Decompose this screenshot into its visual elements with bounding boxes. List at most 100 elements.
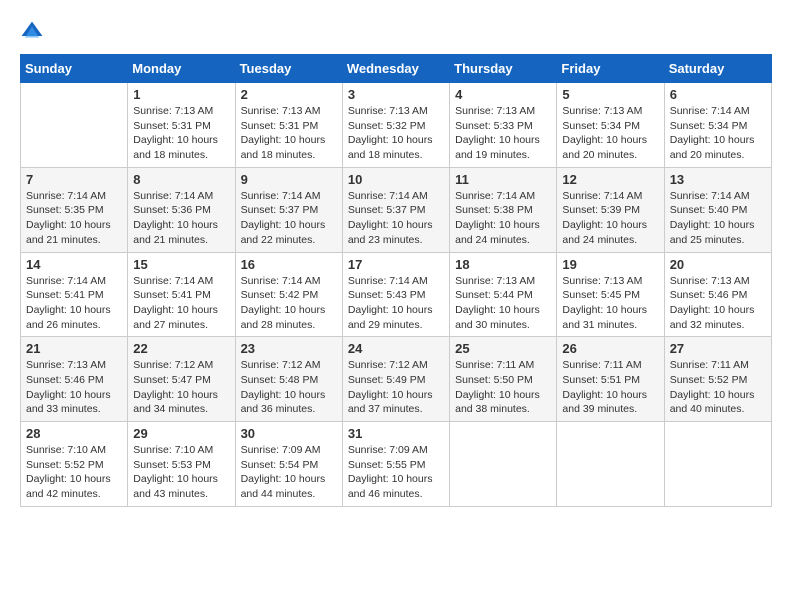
day-info: Sunrise: 7:14 AMSunset: 5:38 PMDaylight:… [455,189,551,248]
day-number: 27 [670,341,766,356]
calendar-cell: 25 Sunrise: 7:11 AMSunset: 5:50 PMDayligh… [450,337,557,422]
day-number: 4 [455,87,551,102]
calendar-cell: 13 Sunrise: 7:14 AMSunset: 5:40 PMDayligh… [664,167,771,252]
calendar-cell: 19Sunrise: 7:13 AMSunset: 5:45 PMDayligh… [557,252,664,337]
calendar-cell: 16 Sunrise: 7:14 AMSunset: 5:42 PMDayligh… [235,252,342,337]
day-info: Sunrise: 7:14 AMSunset: 5:36 PMDaylight:… [133,189,229,248]
calendar-cell: 11Sunrise: 7:14 AMSunset: 5:38 PMDayligh… [450,167,557,252]
calendar-cell: 21 Sunrise: 7:13 AMSunset: 5:46 PMDayligh… [21,337,128,422]
day-number: 1 [133,87,229,102]
calendar-cell: 17Sunrise: 7:14 AMSunset: 5:43 PMDayligh… [342,252,449,337]
day-info: Sunrise: 7:14 AMSunset: 5:41 PMDaylight:… [26,274,122,333]
day-number: 25 [455,341,551,356]
calendar-cell: 20 Sunrise: 7:13 AMSunset: 5:46 PMDayligh… [664,252,771,337]
calendar-cell [557,422,664,507]
day-number: 26 [562,341,658,356]
calendar-cell: 28 Sunrise: 7:10 AMSunset: 5:52 PMDayligh… [21,422,128,507]
day-number: 31 [348,426,444,441]
calendar-cell: 3 Sunrise: 7:13 AMSunset: 5:32 PMDaylight… [342,83,449,168]
calendar-cell: 5 Sunrise: 7:13 AMSunset: 5:34 PMDaylight… [557,83,664,168]
day-number: 10 [348,172,444,187]
day-info: Sunrise: 7:11 AMSunset: 5:52 PMDaylight:… [670,358,766,417]
day-info: Sunrise: 7:11 AMSunset: 5:51 PMDaylight:… [562,358,658,417]
calendar-cell: 24Sunrise: 7:12 AMSunset: 5:49 PMDayligh… [342,337,449,422]
header-saturday: Saturday [664,55,771,83]
day-info: Sunrise: 7:10 AMSunset: 5:53 PMDaylight:… [133,443,229,502]
calendar-cell: 1 Sunrise: 7:13 AMSunset: 5:31 PMDaylight… [128,83,235,168]
calendar-cell: 2Sunrise: 7:13 AMSunset: 5:31 PMDaylight… [235,83,342,168]
day-info: Sunrise: 7:10 AMSunset: 5:52 PMDaylight:… [26,443,122,502]
calendar-cell: 29 Sunrise: 7:10 AMSunset: 5:53 PMDayligh… [128,422,235,507]
day-info: Sunrise: 7:14 AMSunset: 5:37 PMDaylight:… [241,189,337,248]
day-number: 16 [241,257,337,272]
day-number: 20 [670,257,766,272]
header-monday: Monday [128,55,235,83]
day-info: Sunrise: 7:14 AMSunset: 5:35 PMDaylight:… [26,189,122,248]
week-row-2: 7Sunrise: 7:14 AMSunset: 5:35 PMDaylight… [21,167,772,252]
day-number: 15 [133,257,229,272]
day-info: Sunrise: 7:12 AMSunset: 5:49 PMDaylight:… [348,358,444,417]
week-row-4: 21 Sunrise: 7:13 AMSunset: 5:46 PMDayligh… [21,337,772,422]
day-number: 12 [562,172,658,187]
calendar-cell: 30 Sunrise: 7:09 AMSunset: 5:54 PMDayligh… [235,422,342,507]
header-sunday: Sunday [21,55,128,83]
header-wednesday: Wednesday [342,55,449,83]
day-info: Sunrise: 7:14 AMSunset: 5:39 PMDaylight:… [562,189,658,248]
day-info: Sunrise: 7:14 AMSunset: 5:34 PMDaylight:… [670,104,766,163]
day-number: 18 [455,257,551,272]
day-number: 13 [670,172,766,187]
calendar-cell: 6 Sunrise: 7:14 AMSunset: 5:34 PMDaylight… [664,83,771,168]
day-info: Sunrise: 7:14 AMSunset: 5:43 PMDaylight:… [348,274,444,333]
week-row-3: 14 Sunrise: 7:14 AMSunset: 5:41 PMDayligh… [21,252,772,337]
day-number: 30 [241,426,337,441]
calendar-cell [450,422,557,507]
calendar-cell: 10 Sunrise: 7:14 AMSunset: 5:37 PMDayligh… [342,167,449,252]
calendar-cell: 12 Sunrise: 7:14 AMSunset: 5:39 PMDayligh… [557,167,664,252]
day-number: 3 [348,87,444,102]
day-number: 2 [241,87,337,102]
day-info: Sunrise: 7:12 AMSunset: 5:47 PMDaylight:… [133,358,229,417]
calendar-cell: 8Sunrise: 7:14 AMSunset: 5:36 PMDaylight… [128,167,235,252]
logo [20,20,48,44]
calendar-cell: 15 Sunrise: 7:14 AMSunset: 5:41 PMDayligh… [128,252,235,337]
calendar-cell [664,422,771,507]
day-info: Sunrise: 7:14 AMSunset: 5:40 PMDaylight:… [670,189,766,248]
day-info: Sunrise: 7:09 AMSunset: 5:54 PMDaylight:… [241,443,337,502]
week-row-5: 28 Sunrise: 7:10 AMSunset: 5:52 PMDayligh… [21,422,772,507]
day-number: 6 [670,87,766,102]
day-number: 28 [26,426,122,441]
calendar-cell: 9 Sunrise: 7:14 AMSunset: 5:37 PMDaylight… [235,167,342,252]
day-number: 9 [241,172,337,187]
day-info: Sunrise: 7:13 AMSunset: 5:46 PMDaylight:… [670,274,766,333]
calendar-cell: 18 Sunrise: 7:13 AMSunset: 5:44 PMDayligh… [450,252,557,337]
calendar-table: SundayMondayTuesdayWednesdayThursdayFrid… [20,54,772,507]
header-row: SundayMondayTuesdayWednesdayThursdayFrid… [21,55,772,83]
day-info: Sunrise: 7:09 AMSunset: 5:55 PMDaylight:… [348,443,444,502]
day-info: Sunrise: 7:12 AMSunset: 5:48 PMDaylight:… [241,358,337,417]
calendar-cell: 23Sunrise: 7:12 AMSunset: 5:48 PMDayligh… [235,337,342,422]
calendar-cell: 22 Sunrise: 7:12 AMSunset: 5:47 PMDayligh… [128,337,235,422]
page-header [20,20,772,44]
day-info: Sunrise: 7:13 AMSunset: 5:34 PMDaylight:… [562,104,658,163]
day-info: Sunrise: 7:13 AMSunset: 5:44 PMDaylight:… [455,274,551,333]
day-info: Sunrise: 7:13 AMSunset: 5:32 PMDaylight:… [348,104,444,163]
day-info: Sunrise: 7:13 AMSunset: 5:33 PMDaylight:… [455,104,551,163]
day-number: 19 [562,257,658,272]
day-info: Sunrise: 7:11 AMSunset: 5:50 PMDaylight:… [455,358,551,417]
header-thursday: Thursday [450,55,557,83]
day-info: Sunrise: 7:14 AMSunset: 5:41 PMDaylight:… [133,274,229,333]
day-number: 22 [133,341,229,356]
day-number: 5 [562,87,658,102]
day-number: 14 [26,257,122,272]
calendar-cell: 4 Sunrise: 7:13 AMSunset: 5:33 PMDaylight… [450,83,557,168]
calendar-cell: 26 Sunrise: 7:11 AMSunset: 5:51 PMDayligh… [557,337,664,422]
calendar-cell: 27 Sunrise: 7:11 AMSunset: 5:52 PMDayligh… [664,337,771,422]
day-info: Sunrise: 7:14 AMSunset: 5:42 PMDaylight:… [241,274,337,333]
day-number: 29 [133,426,229,441]
day-number: 21 [26,341,122,356]
calendar-cell [21,83,128,168]
day-info: Sunrise: 7:14 AMSunset: 5:37 PMDaylight:… [348,189,444,248]
day-info: Sunrise: 7:13 AMSunset: 5:46 PMDaylight:… [26,358,122,417]
logo-icon [20,20,44,44]
day-info: Sunrise: 7:13 AMSunset: 5:31 PMDaylight:… [133,104,229,163]
